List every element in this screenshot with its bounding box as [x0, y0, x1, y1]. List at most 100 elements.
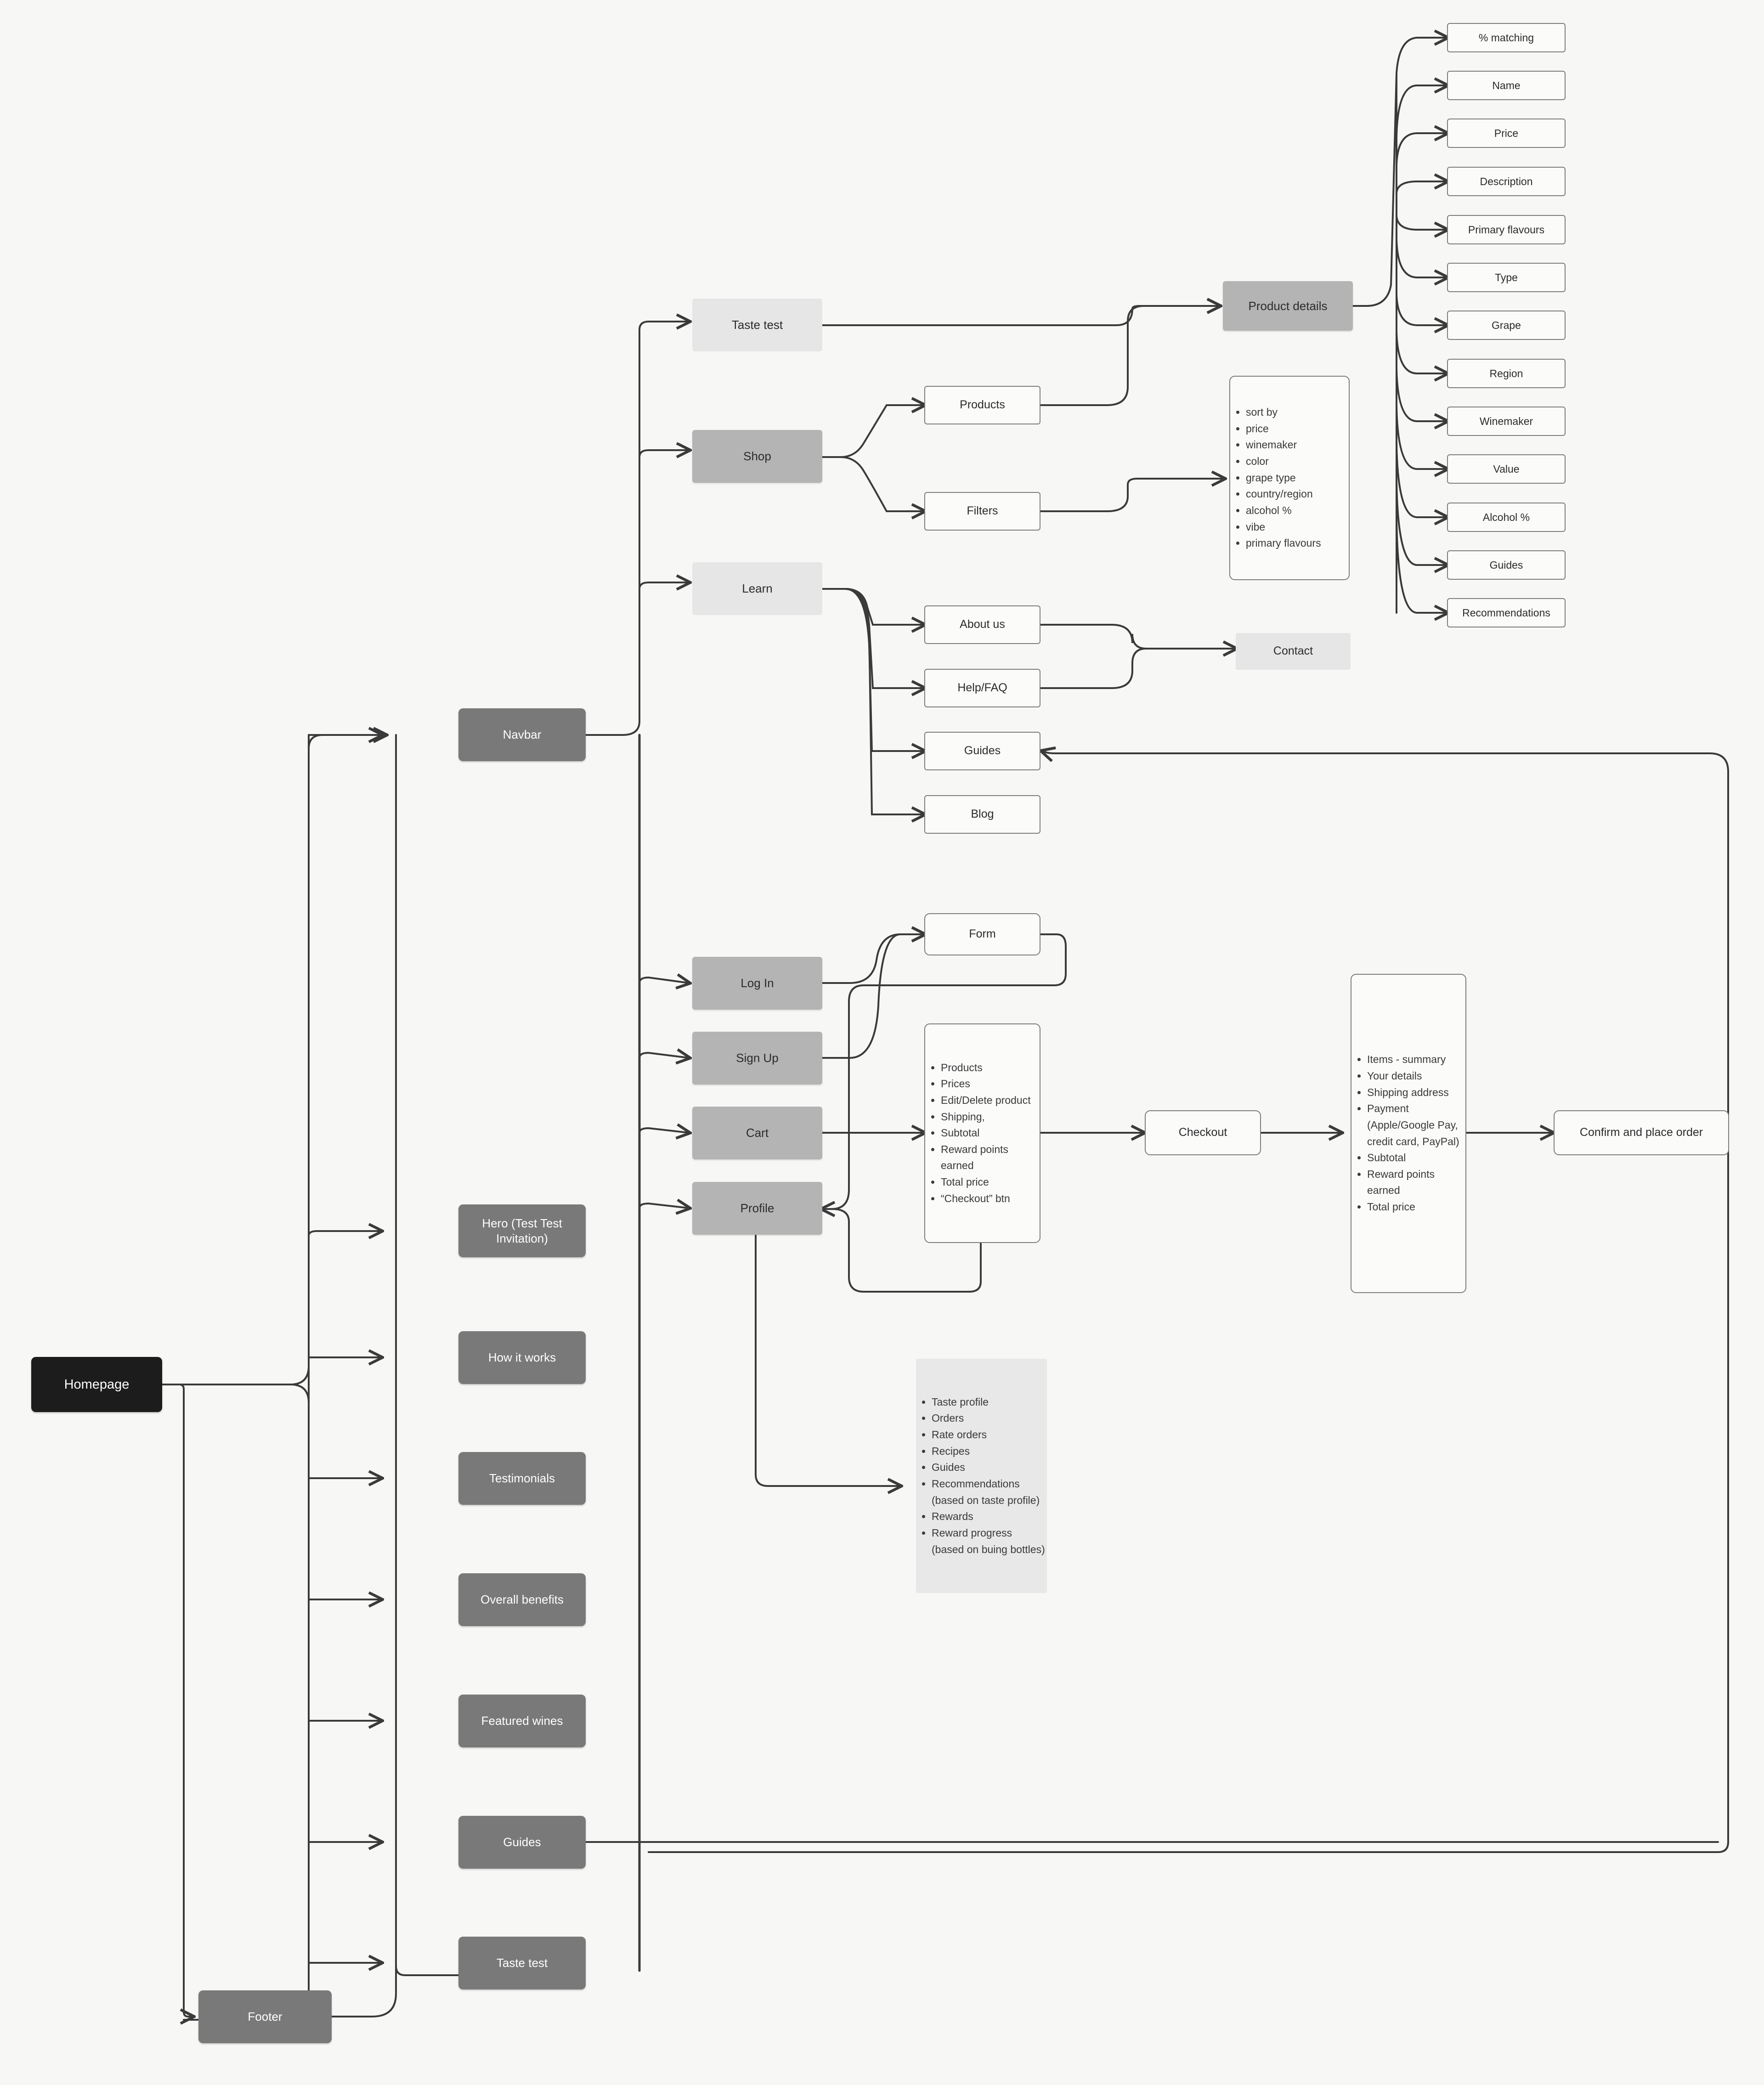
node-featured-wines[interactable]: Featured wines [458, 1695, 586, 1747]
product-attribute-recommendations[interactable]: Recommendations [1447, 598, 1566, 627]
node-guides-learn[interactable]: Guides [924, 732, 1040, 770]
node-label: Featured wines [481, 1714, 563, 1728]
cart-list: ProductsPricesEdit/Delete productShippin… [925, 1060, 1040, 1207]
list-item: price [1246, 421, 1321, 437]
node-label: Alcohol % [1482, 511, 1530, 523]
sitemap-canvas: Homepage Navbar Hero (Test Test Invitati… [0, 0, 1764, 2085]
node-label: Learn [742, 582, 773, 596]
list-item: alcohol % [1246, 503, 1321, 519]
list-item: Recommendations (based on taste profile) [932, 1476, 1047, 1509]
node-blog[interactable]: Blog [924, 795, 1040, 834]
node-filters[interactable]: Filters [924, 492, 1040, 531]
list-item: Payment (Apple/Google Pay, credit card, … [1367, 1101, 1465, 1150]
node-label: Homepage [64, 1377, 130, 1392]
node-label: Taste test [496, 1956, 548, 1970]
product-attribute-region[interactable]: Region [1447, 359, 1566, 388]
product-attribute-matching[interactable]: % matching [1447, 23, 1566, 52]
list-item: color [1246, 453, 1321, 470]
node-navbar[interactable]: Navbar [458, 708, 586, 761]
node-label: Price [1494, 127, 1519, 139]
product-attribute-guides[interactable]: Guides [1447, 550, 1566, 580]
node-guides-home[interactable]: Guides [458, 1816, 586, 1869]
product-attribute-winemaker[interactable]: Winemaker [1447, 407, 1566, 436]
cart-detail-box: ProductsPricesEdit/Delete productShippin… [924, 1023, 1040, 1243]
node-products[interactable]: Products [924, 386, 1040, 424]
node-label: Shop [743, 449, 771, 463]
list-item: Subtotal [941, 1125, 1040, 1141]
list-item: Total price [1367, 1199, 1465, 1215]
list-item: Reward progress (based on buing bottles) [932, 1525, 1047, 1558]
node-label: How it works [488, 1350, 556, 1365]
list-item: sort by [1246, 404, 1321, 421]
product-attribute-primary-flavours[interactable]: Primary flavours [1447, 215, 1566, 244]
node-label: Confirm and place order [1579, 1126, 1703, 1139]
node-label: Testimonials [489, 1471, 555, 1486]
product-attribute-grape[interactable]: Grape [1447, 311, 1566, 340]
node-learn[interactable]: Learn [692, 562, 822, 615]
node-form[interactable]: Form [924, 913, 1040, 955]
product-attribute-name[interactable]: Name [1447, 71, 1566, 100]
node-cart[interactable]: Cart [692, 1107, 822, 1159]
product-attribute-price[interactable]: Price [1447, 119, 1566, 148]
profile-detail-box: Taste profileOrdersRate ordersRecipesGui… [916, 1359, 1047, 1593]
product-attribute-alcohol[interactable]: Alcohol % [1447, 503, 1566, 532]
node-label: Cart [746, 1126, 769, 1140]
node-taste-test-home[interactable]: Taste test [458, 1937, 586, 1989]
node-checkout[interactable]: Checkout [1145, 1110, 1261, 1155]
list-item: Total price [941, 1174, 1040, 1191]
node-contact[interactable]: Contact [1236, 633, 1351, 670]
node-label: Log In [741, 976, 774, 990]
list-item: winemaker [1246, 437, 1321, 453]
list-item: Subtotal [1367, 1150, 1465, 1166]
list-item: Edit/Delete product [941, 1092, 1040, 1109]
list-item: Reward points earned [941, 1141, 1040, 1174]
node-label: Profile [740, 1201, 775, 1215]
node-how-it-works[interactable]: How it works [458, 1331, 586, 1384]
node-label: % matching [1478, 31, 1534, 44]
product-attribute-value[interactable]: Value [1447, 454, 1566, 484]
node-label: Form [969, 927, 996, 941]
product-attribute-type[interactable]: Type [1447, 263, 1566, 292]
list-item: Taste profile [932, 1394, 1047, 1411]
checkout-list: Items - summaryYour detailsShipping addr… [1351, 1051, 1465, 1215]
list-item: primary flavours [1246, 535, 1321, 552]
node-label: Type [1495, 271, 1518, 283]
list-item: Prices [941, 1076, 1040, 1092]
node-label: Filters [967, 504, 998, 518]
list-item: country/region [1246, 486, 1321, 503]
node-label: Hero (Test Test Invitation) [482, 1216, 562, 1245]
list-item: Recipes [932, 1443, 1047, 1460]
node-label: Product details [1248, 299, 1328, 313]
list-item: “Checkout” btn [941, 1191, 1040, 1207]
node-label: Recommendations [1462, 606, 1550, 619]
node-shop[interactable]: Shop [692, 430, 822, 483]
node-label: Winemaker [1479, 415, 1533, 427]
node-confirm-order[interactable]: Confirm and place order [1554, 1110, 1729, 1155]
node-taste-test-nav[interactable]: Taste test [692, 299, 822, 351]
node-homepage[interactable]: Homepage [31, 1357, 162, 1412]
list-item: vibe [1246, 519, 1321, 536]
node-label: Sign Up [736, 1051, 779, 1065]
node-label: Value [1493, 463, 1520, 475]
node-label: Description [1480, 175, 1533, 187]
checkout-detail-box: Items - summaryYour detailsShipping addr… [1351, 974, 1466, 1293]
node-profile[interactable]: Profile [692, 1182, 822, 1235]
node-overall-benefits[interactable]: Overall benefits [458, 1573, 586, 1626]
node-product-details[interactable]: Product details [1223, 281, 1353, 331]
node-sign-up[interactable]: Sign Up [692, 1032, 822, 1085]
node-label: Overall benefits [481, 1593, 564, 1607]
node-hero[interactable]: Hero (Test Test Invitation) [458, 1204, 586, 1257]
list-item: Reward points earned [1367, 1166, 1465, 1199]
product-attribute-description[interactable]: Description [1447, 167, 1566, 196]
list-item: Orders [932, 1410, 1047, 1427]
node-about-us[interactable]: About us [924, 605, 1040, 644]
node-log-in[interactable]: Log In [692, 957, 822, 1010]
list-item: Products [941, 1060, 1040, 1076]
node-help-faq[interactable]: Help/FAQ [924, 669, 1040, 707]
list-item: Rewards [932, 1509, 1047, 1525]
list-item: Shipping, [941, 1109, 1040, 1125]
list-item: Rate orders [932, 1427, 1047, 1443]
node-footer[interactable]: Footer [198, 1990, 332, 2043]
node-label: Products [960, 398, 1005, 412]
node-testimonials[interactable]: Testimonials [458, 1452, 586, 1505]
